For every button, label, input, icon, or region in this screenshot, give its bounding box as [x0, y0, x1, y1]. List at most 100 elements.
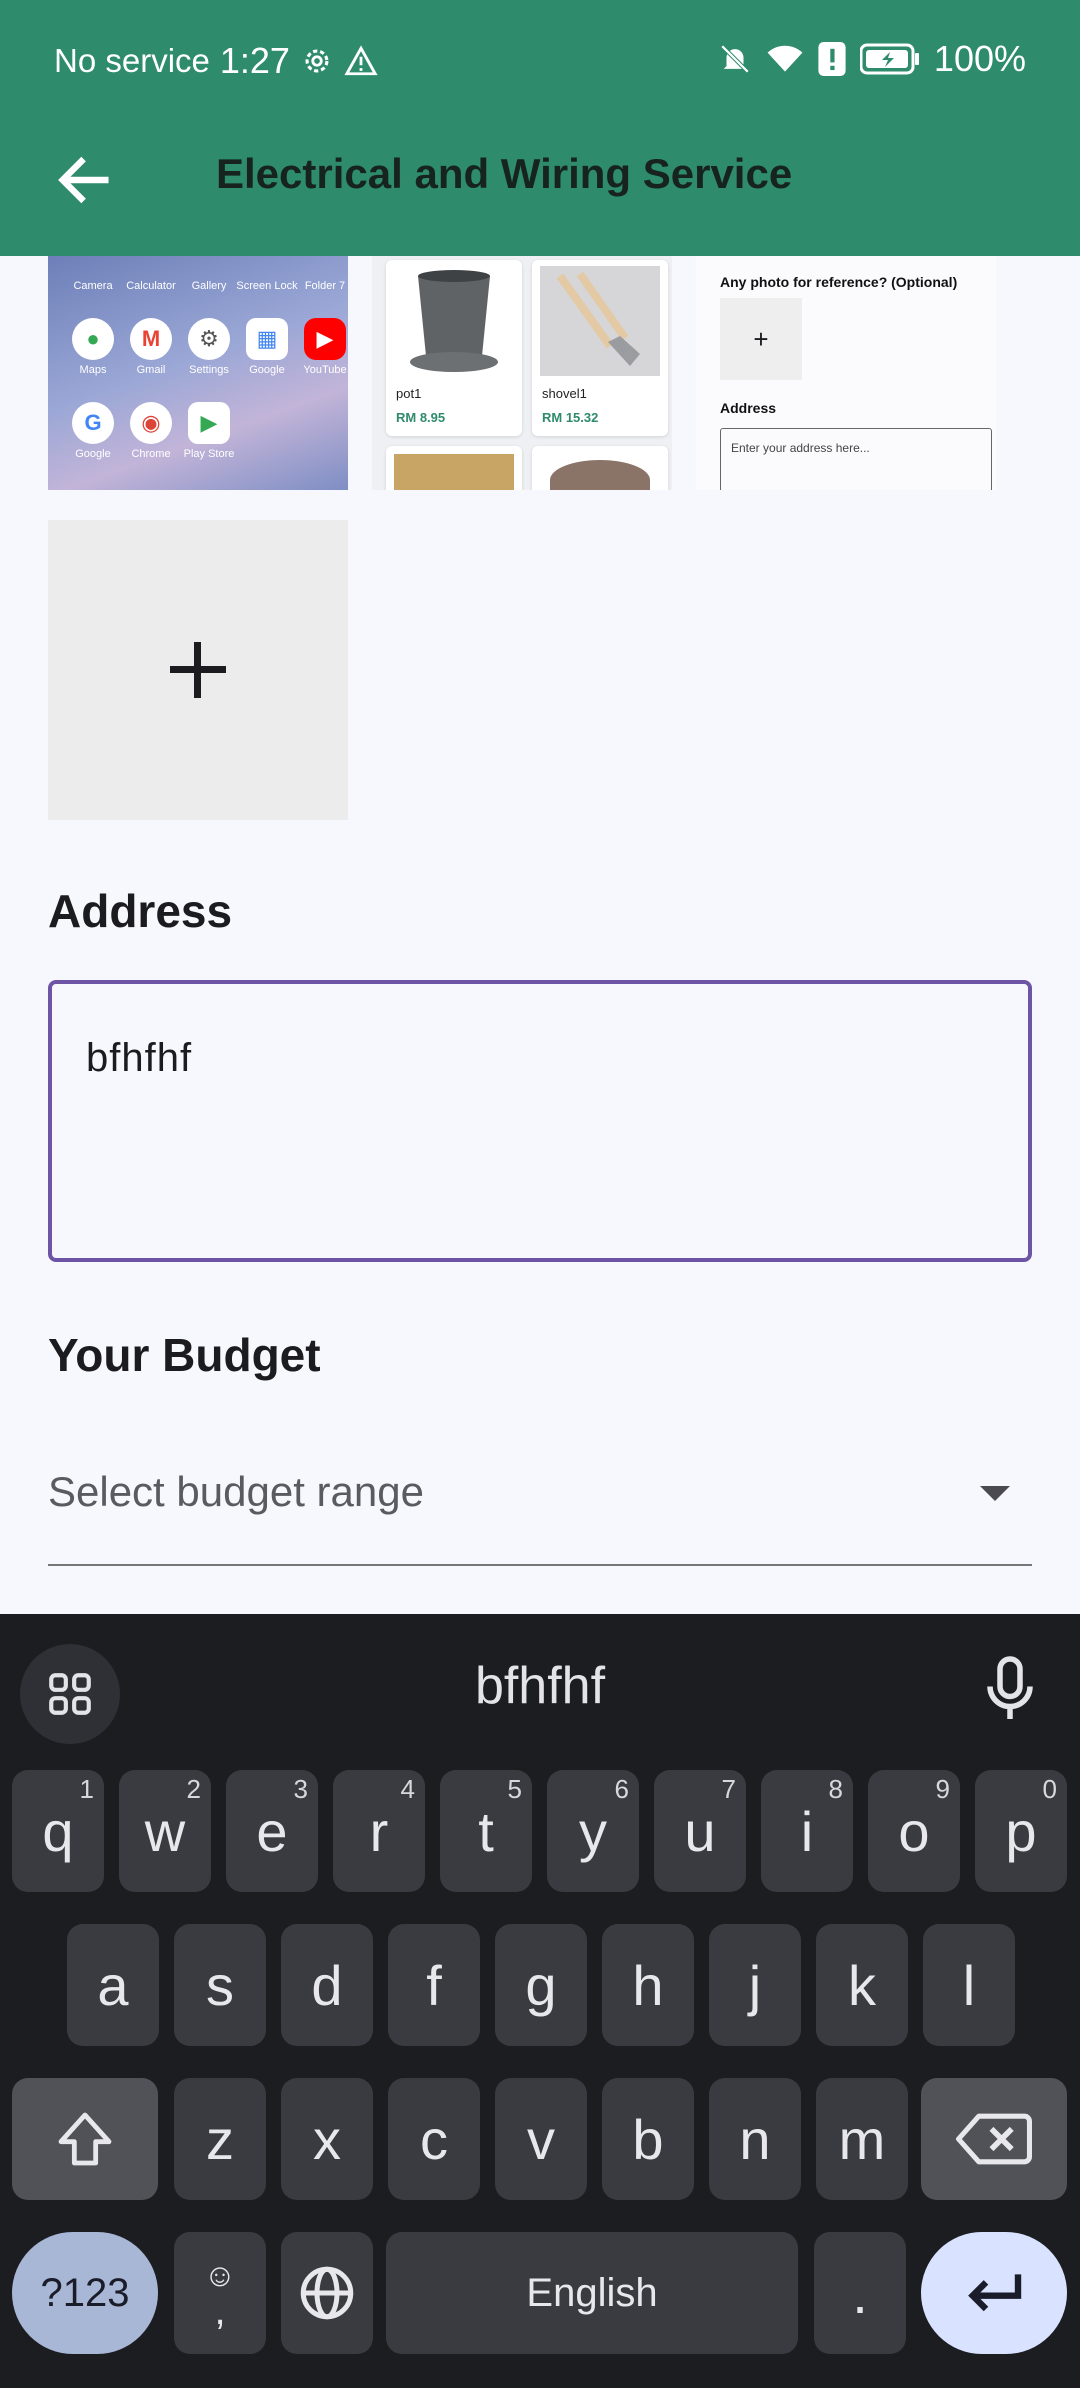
- key-e[interactable]: e3: [226, 1770, 318, 1892]
- key-hint: 5: [507, 1774, 522, 1804]
- microphone-icon[interactable]: [980, 1654, 1040, 1724]
- carrier-text: No service: [54, 42, 210, 79]
- key-t[interactable]: t5: [440, 1770, 532, 1892]
- key-o[interactable]: o9: [868, 1770, 960, 1892]
- key-label: i: [800, 1799, 814, 1863]
- backspace-icon: [956, 2113, 1032, 2165]
- gear-icon: [305, 49, 329, 73]
- budget-placeholder: Select budget range: [48, 1468, 424, 1515]
- key-s[interactable]: s: [174, 1924, 266, 2046]
- key-r[interactable]: r4: [333, 1770, 425, 1892]
- globe-icon: [300, 2266, 354, 2320]
- symbols-key[interactable]: ?123: [12, 2232, 158, 2354]
- address-label: Address: [48, 885, 233, 937]
- battery-icon: [859, 43, 919, 75]
- key-label: o: [898, 1799, 930, 1863]
- warning-icon: [344, 45, 378, 76]
- key-label: q: [42, 1799, 74, 1863]
- gmail-icon: M: [130, 318, 172, 360]
- key-label: t: [478, 1799, 494, 1863]
- comma-key[interactable]: ☺ ,: [174, 2232, 266, 2354]
- shovel-image: [540, 266, 660, 376]
- settings-icon: ⚙: [188, 318, 230, 360]
- key-n[interactable]: n: [709, 2078, 801, 2200]
- key-label: w: [144, 1799, 186, 1863]
- photo-thumbnail-shop[interactable]: pot1 RM 8.95 shovel1 RM 15.32: [372, 256, 672, 490]
- key-x[interactable]: x: [281, 2078, 373, 2200]
- page-title: Electrical and Wiring Service: [216, 150, 793, 197]
- key-d[interactable]: d: [281, 1924, 373, 2046]
- key-hint: 9: [935, 1774, 950, 1804]
- product-price: RM 15.32: [542, 410, 599, 425]
- google-icon: G: [72, 402, 114, 444]
- clock: 1:27: [219, 40, 290, 81]
- address-input[interactable]: bfhfhf: [48, 980, 1032, 1262]
- photo-thumbnail-home-screen[interactable]: Camera Calculator Gallery Screen Lock Fo…: [48, 256, 348, 490]
- budget-label: Your Budget: [48, 1329, 321, 1381]
- key-k[interactable]: k: [816, 1924, 908, 2046]
- key-j[interactable]: j: [709, 1924, 801, 2046]
- uploaded-photos-row[interactable]: Camera Calculator Gallery Screen Lock Fo…: [0, 256, 1080, 490]
- key-label: p: [1005, 1799, 1037, 1863]
- product-card: [532, 446, 668, 490]
- key-b[interactable]: b: [602, 2078, 694, 2200]
- soil-image: [394, 454, 514, 490]
- key-m[interactable]: m: [816, 2078, 908, 2200]
- app-label: Folder 7: [304, 280, 346, 292]
- alert-badge-icon: [818, 42, 846, 76]
- add-photo-button[interactable]: [48, 520, 348, 820]
- key-w[interactable]: w2: [119, 1770, 211, 1892]
- key-z[interactable]: z: [174, 2078, 266, 2200]
- period-key[interactable]: .: [814, 2232, 906, 2354]
- key-l[interactable]: l: [923, 1924, 1015, 2046]
- form-label: Any photo for reference? (Optional): [720, 274, 958, 290]
- key-f[interactable]: f: [388, 1924, 480, 2046]
- play-store-icon: ▶: [188, 402, 230, 444]
- back-arrow-icon[interactable]: [52, 148, 116, 212]
- enter-icon: [968, 2274, 1022, 2312]
- pot-image: [410, 270, 498, 372]
- top-bar: No service 1:27 100% Electrical and Wiri…: [0, 0, 1080, 256]
- dropdown-arrow-icon: [980, 1486, 1010, 1501]
- google-folder-icon: ▦: [246, 318, 288, 360]
- maps-icon: ●: [72, 318, 114, 360]
- product-card: shovel1 RM 15.32: [532, 260, 668, 436]
- key-hint: 1: [79, 1774, 94, 1804]
- key-v[interactable]: v: [495, 2078, 587, 2200]
- key-y[interactable]: y6: [547, 1770, 639, 1892]
- key-label: r: [369, 1799, 389, 1863]
- key-label: e: [256, 1799, 288, 1863]
- battery-percent: 100%: [933, 38, 1026, 79]
- key-c[interactable]: c: [388, 2078, 480, 2200]
- key-label: y: [579, 1799, 607, 1863]
- suggestion-strip: bfhfhf: [0, 1614, 1080, 1746]
- address-field-preview: Enter your address here...: [720, 428, 992, 490]
- key-hint: 8: [828, 1774, 843, 1804]
- key-p[interactable]: p0: [975, 1770, 1067, 1892]
- language-key[interactable]: [281, 2232, 373, 2354]
- key-hint: 7: [721, 1774, 736, 1804]
- app-label: YouTube: [303, 364, 347, 376]
- product-card: [386, 446, 522, 490]
- key-h[interactable]: h: [602, 1924, 694, 2046]
- comma-label: ,: [214, 2289, 226, 2333]
- photo-thumbnail-form[interactable]: Any photo for reference? (Optional) + Ad…: [696, 256, 996, 490]
- key-g[interactable]: g: [495, 1924, 587, 2046]
- key-hint: 3: [293, 1774, 308, 1804]
- key-u[interactable]: u7: [654, 1770, 746, 1892]
- emoji-icon: ☺: [203, 2257, 237, 2293]
- key-a[interactable]: a: [67, 1924, 159, 2046]
- product-name: shovel1: [542, 386, 587, 401]
- enter-key[interactable]: [921, 2232, 1067, 2354]
- key-q[interactable]: q1: [12, 1770, 104, 1892]
- app-label: Play Store: [183, 448, 235, 460]
- suggestion-word[interactable]: bfhfhf: [0, 1656, 1080, 1716]
- app-bar: Electrical and Wiring Service: [0, 120, 1080, 256]
- space-bar[interactable]: English: [386, 2232, 798, 2354]
- shift-key[interactable]: [12, 2078, 158, 2200]
- backspace-key[interactable]: [921, 2078, 1067, 2200]
- product-name: pot1: [396, 386, 422, 401]
- key-i[interactable]: i8: [761, 1770, 853, 1892]
- shift-icon: [58, 2112, 112, 2166]
- budget-dropdown[interactable]: Select budget range: [48, 1420, 1032, 1566]
